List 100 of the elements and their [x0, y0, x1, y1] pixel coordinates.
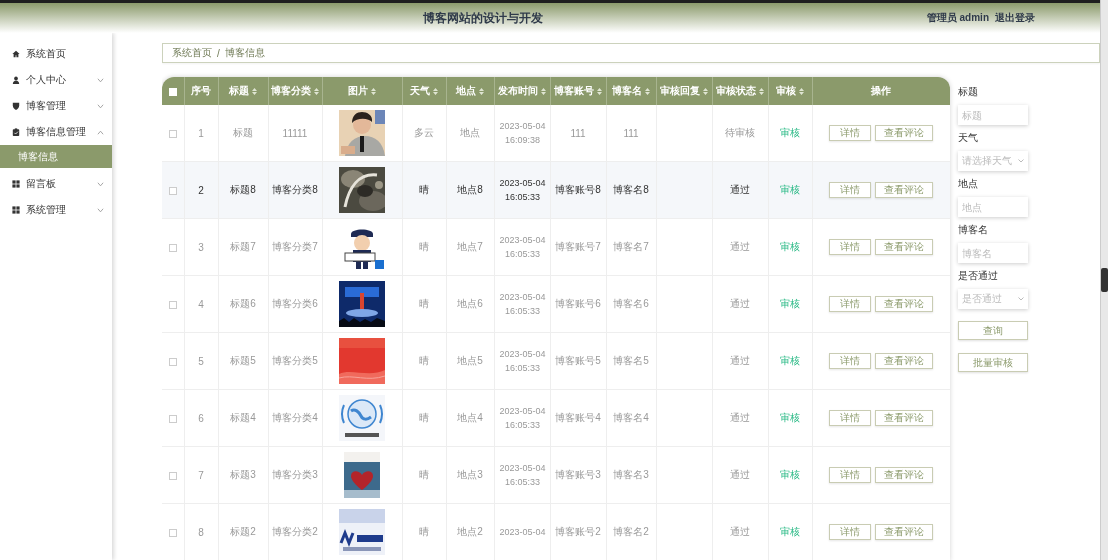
comments-button[interactable]: 查看评论: [875, 410, 933, 426]
select-all-checkbox[interactable]: [168, 87, 177, 96]
logout-link[interactable]: 退出登录: [995, 11, 1035, 25]
table-cell: 多云: [414, 127, 434, 138]
table-cell: 通过: [730, 526, 750, 537]
row-checkbox[interactable]: [168, 300, 177, 309]
input-field[interactable]: 标题: [958, 105, 1028, 125]
sort-icon[interactable]: [433, 87, 438, 95]
column-header[interactable]: 标题: [229, 84, 249, 98]
table-cell: 博客分类8: [272, 184, 318, 195]
table-cell: 地点5: [457, 355, 483, 366]
details-button[interactable]: 详情: [829, 296, 871, 312]
table-cell: 通过: [730, 241, 750, 252]
table-cell: 博客账号4: [555, 412, 601, 423]
audit-link[interactable]: 审核: [780, 241, 800, 252]
row-checkbox[interactable]: [168, 243, 177, 252]
comments-button[interactable]: 查看评论: [875, 239, 933, 255]
table-cell: 博客分类4: [272, 412, 318, 423]
audit-link[interactable]: 审核: [780, 526, 800, 537]
table-cell: 晴: [419, 469, 429, 480]
grid-icon: [12, 180, 20, 188]
table-cell: 博客账号7: [555, 241, 601, 252]
audit-link[interactable]: 审核: [780, 298, 800, 309]
table-cell-text: 2023-05-04 16:05:33: [498, 234, 547, 261]
sort-icon[interactable]: [371, 87, 376, 95]
row-checkbox[interactable]: [168, 471, 177, 480]
comments-button[interactable]: 查看评论: [875, 125, 933, 141]
row-checkbox[interactable]: [168, 414, 177, 423]
batch-audit-button[interactable]: 批量审核: [958, 353, 1028, 372]
table-cell: 博客分类2: [272, 526, 318, 537]
details-button[interactable]: 详情: [829, 467, 871, 483]
details-button[interactable]: 详情: [829, 182, 871, 198]
details-button[interactable]: 详情: [829, 125, 871, 141]
details-button[interactable]: 详情: [829, 410, 871, 426]
table-cell: 11111: [282, 127, 308, 139]
table-cell: 通过: [730, 355, 750, 366]
sidebar-item[interactable]: 博客信息管理: [0, 119, 112, 145]
table-cell: 4: [198, 298, 204, 310]
audit-link[interactable]: 审核: [780, 127, 800, 138]
audit-link[interactable]: 审核: [780, 184, 800, 195]
sort-icon[interactable]: [799, 87, 804, 95]
breadcrumb-link[interactable]: 系统首页: [172, 46, 212, 60]
comments-button[interactable]: 查看评论: [875, 467, 933, 483]
sidebar-subitem[interactable]: 博客信息: [0, 145, 112, 168]
sidebar-item[interactable]: 留言板: [0, 171, 112, 197]
sort-icon[interactable]: [479, 87, 484, 95]
search-button[interactable]: 查询: [958, 321, 1028, 340]
sidebar-item[interactable]: 系统首页: [0, 41, 112, 67]
sort-icon[interactable]: [314, 87, 319, 95]
table-cell: 111: [570, 127, 586, 139]
filter-label: 标题: [958, 85, 979, 99]
details-button[interactable]: 详情: [829, 353, 871, 369]
table-cell: 博客名7: [613, 241, 649, 252]
comments-button[interactable]: 查看评论: [875, 182, 933, 198]
sort-icon[interactable]: [759, 87, 764, 95]
sort-icon[interactable]: [703, 87, 708, 95]
sort-icon[interactable]: [645, 87, 650, 95]
table-cell: 晴: [419, 298, 429, 309]
audit-link[interactable]: 审核: [780, 412, 800, 423]
audit-link[interactable]: 审核: [780, 355, 800, 366]
sort-icon[interactable]: [541, 87, 546, 95]
scrollbar-thumb[interactable]: [1101, 268, 1108, 292]
table-cell: 通过: [730, 412, 750, 423]
table-cell: 地点7: [457, 241, 483, 252]
sidebar-item[interactable]: 个人中心: [0, 67, 112, 93]
row-checkbox[interactable]: [168, 186, 177, 195]
table-cell: 地点4: [457, 412, 483, 423]
table-cell-text: 2023-05-04 16:09:38: [498, 120, 547, 147]
details-button[interactable]: 详情: [829, 239, 871, 255]
sort-icon[interactable]: [252, 87, 257, 95]
table-cell: 地点8: [457, 184, 483, 195]
row-checkbox[interactable]: [168, 528, 177, 537]
table-cell-text: 2023-05-04: [498, 526, 547, 539]
table-cell: 博客分类6: [272, 298, 318, 309]
comments-button[interactable]: 查看评论: [875, 524, 933, 540]
site-title: 博客网站的设计与开发: [422, 9, 545, 27]
comments-button[interactable]: 查看评论: [875, 353, 933, 369]
table-cell: 通过: [730, 298, 750, 309]
breadcrumb-link[interactable]: 博客信息: [224, 46, 265, 60]
table-cell: 博客名5: [613, 355, 649, 366]
table-cell: 通过: [730, 184, 750, 195]
sort-icon[interactable]: [597, 87, 602, 95]
sidebar-item[interactable]: 系统管理: [0, 197, 112, 223]
user-icon: [12, 76, 20, 84]
sidebar-item[interactable]: 博客管理: [0, 93, 112, 119]
audit-link[interactable]: 审核: [780, 469, 800, 480]
table-cell: 6: [198, 412, 204, 424]
row-checkbox[interactable]: [168, 357, 177, 366]
table-cell: 博客分类5: [272, 355, 318, 366]
table-cell: 晴: [419, 412, 429, 423]
input-field[interactable]: 博客名: [958, 243, 1028, 263]
home-icon: [12, 50, 20, 58]
input-field[interactable]: 地点: [958, 197, 1028, 217]
table-cell: 博客账号2: [555, 526, 601, 537]
comments-button[interactable]: 查看评论: [875, 296, 933, 312]
row-checkbox[interactable]: [168, 129, 177, 138]
details-button[interactable]: 详情: [829, 524, 871, 540]
select-field[interactable]: 请选择天气: [958, 151, 1028, 171]
column-header[interactable]: 图片: [348, 84, 368, 98]
table-cell: 通过: [730, 469, 750, 480]
